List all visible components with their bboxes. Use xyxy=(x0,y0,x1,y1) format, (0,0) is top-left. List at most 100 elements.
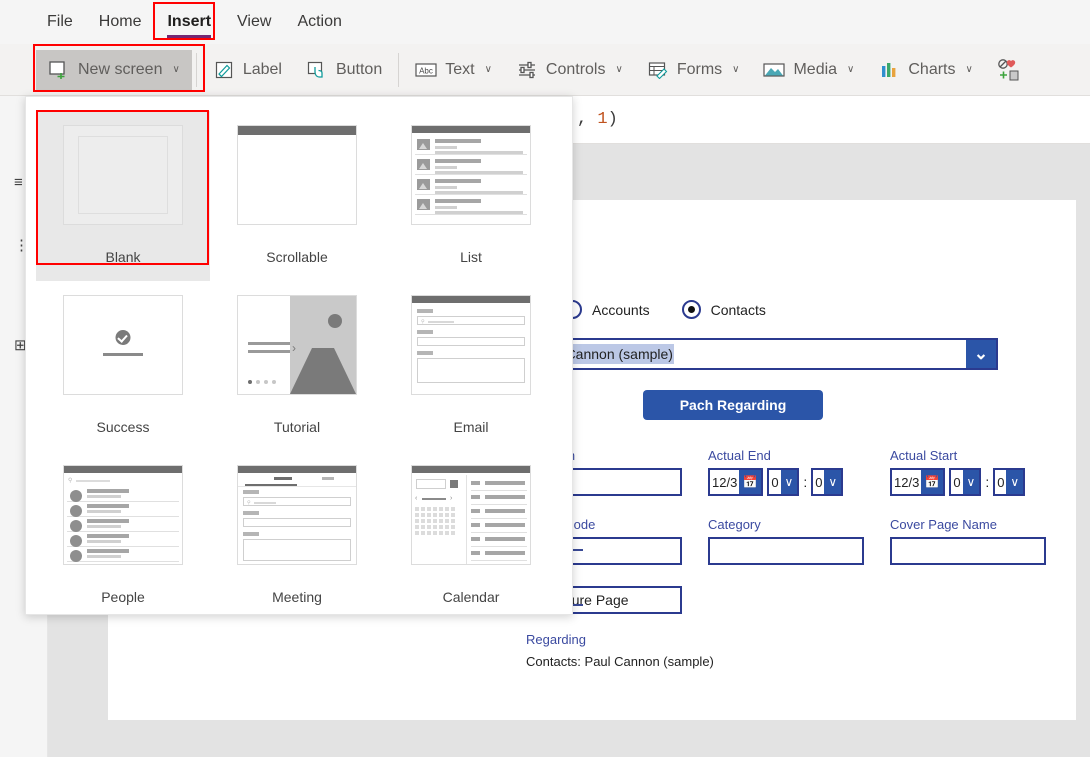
field-actual-end: Actual End 12/3 📅 0 ∨ : 0 ∨ xyxy=(708,448,864,496)
text-abc-icon: Abc xyxy=(415,59,437,81)
formula-bar[interactable]: , 1) xyxy=(573,96,1090,144)
insert-label-text: Label xyxy=(242,60,282,78)
template-calendar[interactable]: ‹ › Calendar xyxy=(384,451,558,621)
template-thumbnail-list xyxy=(411,125,531,225)
template-tutorial[interactable]: › Tutorial xyxy=(210,281,384,451)
ribbon-tab-bar: File Home Insert View Action xyxy=(0,0,1090,44)
text-menu-label: Text xyxy=(445,60,475,78)
tab-file[interactable]: File xyxy=(34,9,86,35)
template-scrollable[interactable]: Scrollable xyxy=(210,111,384,281)
add-custom-icon xyxy=(997,58,1019,81)
forms-grid-icon xyxy=(647,59,669,81)
media-menu[interactable]: Media ∨ xyxy=(751,50,866,90)
template-list[interactable]: List xyxy=(384,111,558,281)
datetime-group[interactable]: 12/3 📅 0 ∨ : 0 ∨ xyxy=(890,468,1046,496)
template-blank[interactable]: Blank xyxy=(36,111,210,281)
template-people[interactable]: ⚲ People xyxy=(36,451,210,621)
new-screen-icon xyxy=(48,59,70,81)
template-thumbnail-success xyxy=(63,295,183,395)
controls-sliders-icon xyxy=(516,59,538,81)
ribbon-divider xyxy=(195,52,197,87)
form-row: Billing Code Category Cover Page Name xyxy=(526,517,1046,565)
chevron-down-icon[interactable]: ⌄ xyxy=(966,340,996,368)
tab-home[interactable]: Home xyxy=(86,9,155,35)
insert-button-text: Button xyxy=(335,60,383,78)
tree-view-icon[interactable]: ≡ xyxy=(14,174,23,191)
template-thumbnail-tutorial: › xyxy=(237,295,357,395)
record-dropdown[interactable]: aul Cannon (sample) ⌄ xyxy=(538,338,998,370)
formula-text-clipped: , xyxy=(577,110,598,129)
actual-end-minute[interactable]: 0 ∨ xyxy=(811,468,844,496)
insert-label-button[interactable]: Label xyxy=(201,50,294,90)
chevron-down-icon[interactable]: ∨ xyxy=(962,470,980,494)
field-actual-start: Actual Start 12/3 📅 0 ∨ : 0 ∨ xyxy=(890,448,1046,496)
chevron-down-icon[interactable]: ∨ xyxy=(780,470,798,494)
chevron-down-icon[interactable]: ∨ xyxy=(732,64,739,75)
template-thumbnail-blank xyxy=(63,125,183,225)
template-meeting[interactable]: ⚲ Meeting xyxy=(210,451,384,621)
entity-radio-group[interactable]: Accounts Contacts xyxy=(563,300,788,319)
time-separator: : xyxy=(803,474,808,490)
cover-page-name-input[interactable] xyxy=(890,537,1046,565)
chevron-down-icon[interactable]: ∨ xyxy=(1006,470,1024,494)
template-thumbnail-email: ⚲ xyxy=(411,295,531,395)
template-label: Calendar xyxy=(442,589,500,605)
calendar-icon[interactable]: 📅 xyxy=(921,470,944,494)
chevron-down-icon[interactable]: ∨ xyxy=(824,470,842,494)
text-menu[interactable]: Abc Text ∨ xyxy=(403,50,504,90)
charts-menu-label: Charts xyxy=(908,60,956,78)
field-label: Cover Page Name xyxy=(890,517,997,532)
template-thumbnail-people: ⚲ xyxy=(63,465,183,565)
chevron-down-icon[interactable]: ∨ xyxy=(172,64,179,75)
insert-button-button[interactable]: Button xyxy=(294,50,394,90)
template-label: Tutorial xyxy=(273,419,321,435)
patch-regarding-button[interactable]: Pach Regarding xyxy=(643,390,823,420)
actual-start-minute[interactable]: 0 ∨ xyxy=(993,468,1026,496)
ribbon-divider xyxy=(398,52,400,87)
template-label: List xyxy=(460,249,482,265)
template-success[interactable]: Success xyxy=(36,281,210,451)
template-label: Success xyxy=(96,419,150,435)
actual-end-hour[interactable]: 0 ∨ xyxy=(767,468,800,496)
tab-action[interactable]: Action xyxy=(284,9,354,35)
category-input[interactable] xyxy=(708,537,864,565)
chevron-down-icon[interactable]: ∨ xyxy=(615,64,622,75)
media-menu-label: Media xyxy=(793,60,838,78)
chevron-down-icon[interactable]: ∨ xyxy=(966,64,973,75)
calendar-icon[interactable]: 📅 xyxy=(739,470,762,494)
field-cover-page-name: Cover Page Name xyxy=(890,517,1046,565)
actual-start-date[interactable]: 12/3 📅 xyxy=(890,468,946,496)
button-click-icon xyxy=(306,59,328,81)
radio-contacts[interactable] xyxy=(681,300,701,319)
controls-menu[interactable]: Controls ∨ xyxy=(504,50,635,90)
forms-menu[interactable]: Forms ∨ xyxy=(635,50,752,90)
template-email[interactable]: ⚲ Email xyxy=(384,281,558,451)
form-row: Duration 0 Actual End 12/3 📅 0 ∨ xyxy=(526,448,1046,496)
datetime-group[interactable]: 12/3 📅 0 ∨ : 0 ∨ xyxy=(708,468,864,496)
actual-start-hour[interactable]: 0 ∨ xyxy=(949,468,982,496)
record-dropdown-value: aul Cannon (sample) xyxy=(542,344,674,364)
more-insert-commands[interactable] xyxy=(985,50,1019,90)
template-thumbnail-calendar: ‹ › xyxy=(411,465,531,565)
chevron-down-icon[interactable]: ∨ xyxy=(847,64,854,75)
check-circle-icon xyxy=(115,330,131,345)
actual-end-date[interactable]: 12/3 📅 xyxy=(708,468,764,496)
new-screen-template-flyout[interactable]: Blank Scrollable List Success › Tutorial… xyxy=(25,96,573,615)
tab-view[interactable]: View xyxy=(224,9,284,35)
template-label: Meeting xyxy=(272,589,322,605)
radio-contacts-label: Contacts xyxy=(710,301,766,318)
template-label: Blank xyxy=(105,249,141,265)
tab-insert[interactable]: Insert xyxy=(154,9,224,38)
new-screen-button[interactable]: New screen ∨ xyxy=(36,49,192,90)
forms-menu-label: Forms xyxy=(676,60,723,78)
regarding-value: Contacts: Paul Cannon (sample) xyxy=(526,654,714,669)
field-label: Actual End xyxy=(708,448,771,463)
charts-menu[interactable]: Charts ∨ xyxy=(866,50,984,90)
chevron-down-icon[interactable]: ∨ xyxy=(485,64,492,75)
field-label: Actual Start xyxy=(890,448,958,463)
controls-menu-label: Controls xyxy=(545,60,606,78)
time-separator: : xyxy=(985,474,990,490)
template-label: People xyxy=(101,589,145,605)
formula-number-token: 1 xyxy=(597,110,608,129)
template-thumbnail-scrollable xyxy=(237,125,357,225)
